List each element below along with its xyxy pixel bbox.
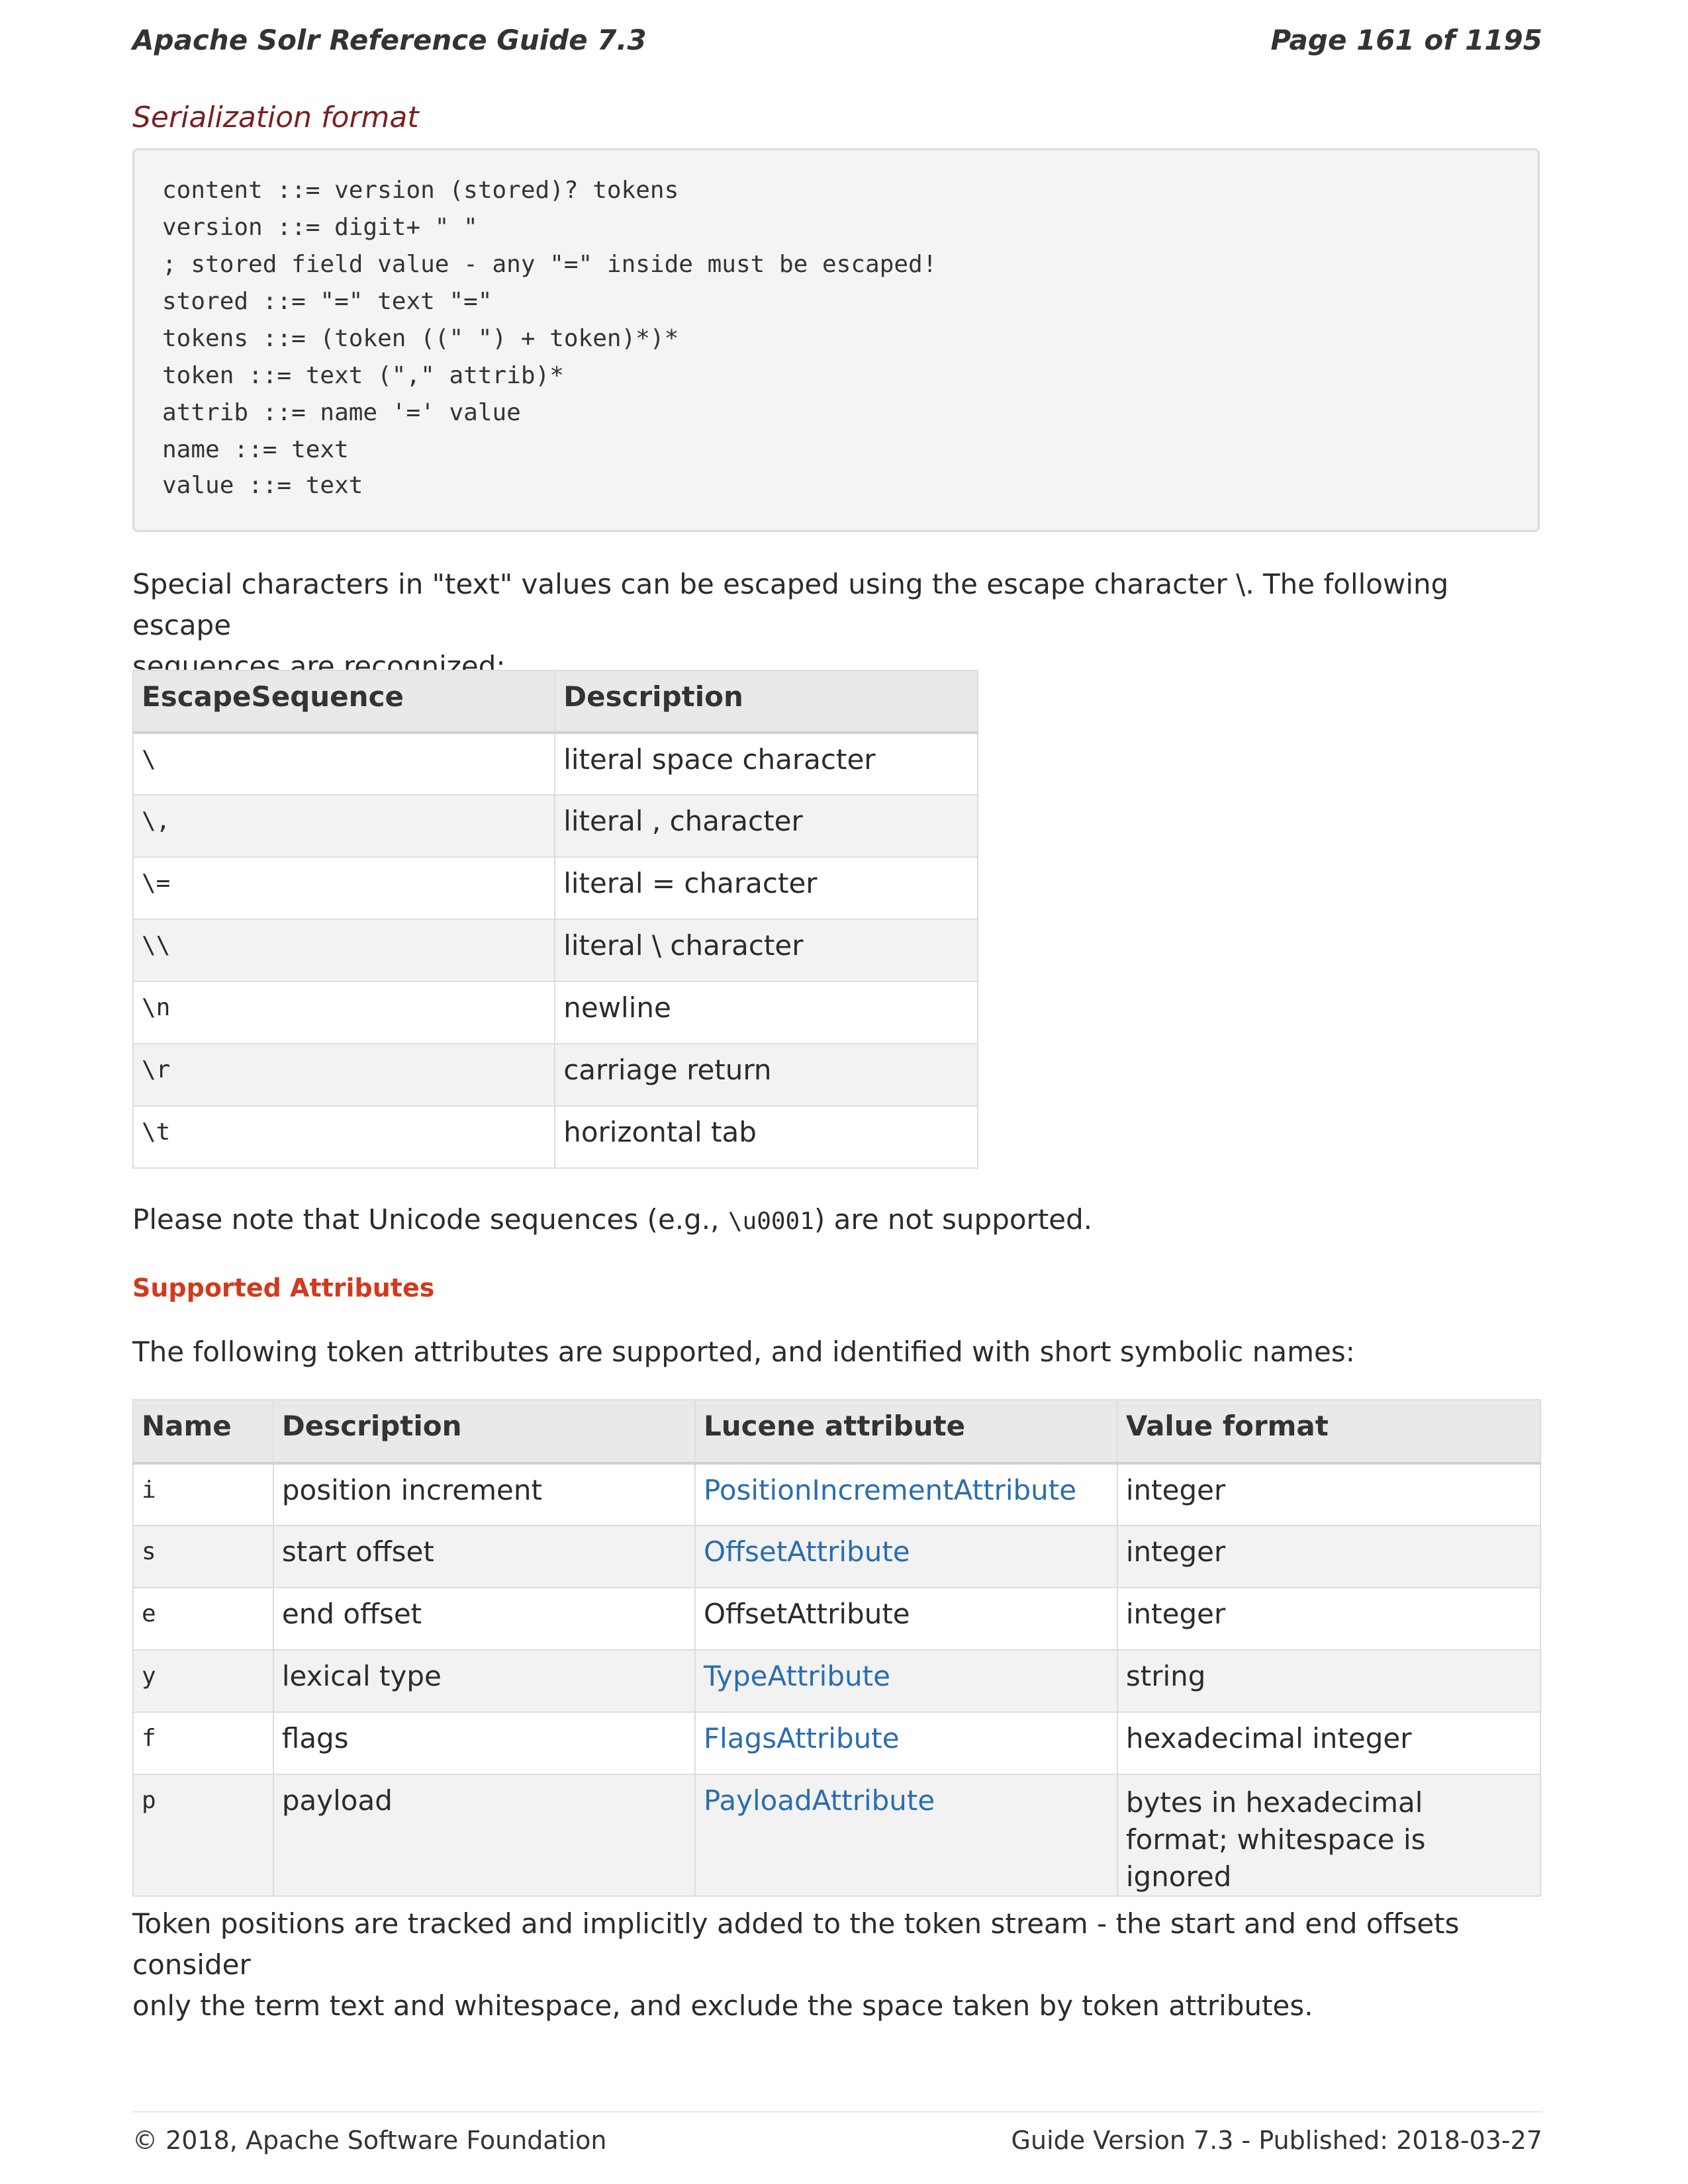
closing-line-2: only the term text and whitespace, and e… — [132, 1989, 1313, 2022]
escape-sequence-cell: \= — [132, 856, 556, 920]
document-page: Apache Solr Reference Guide 7.3 Page 161… — [132, 0, 1542, 2184]
escape-sequence-cell: \t — [132, 1105, 556, 1169]
code-listing: content ::= version (stored)? tokens ver… — [132, 148, 1540, 532]
escape-sequence-cell: \r — [132, 1043, 556, 1107]
description-cell: payload — [272, 1774, 696, 1897]
serialization-format-heading: Serialization format — [132, 101, 419, 134]
footer-version: Guide Version 7.3 - Published: 2018-03-2… — [1011, 2126, 1542, 2155]
description-cell: literal , character — [554, 794, 978, 858]
lucene-attribute-link[interactable]: PositionIncrementAttribute — [704, 1474, 1076, 1506]
lucene-attribute-link[interactable]: OffsetAttribute — [704, 1535, 910, 1568]
code-line: ; stored field value - any "=" inside mu… — [162, 251, 937, 278]
description-cell: literal \ character — [554, 919, 978, 982]
description-cell: flags — [272, 1711, 696, 1775]
page-number: Page 161 of 1195 — [1270, 24, 1542, 56]
escape-sequence-table: EscapeSequence Description \ literal spa… — [132, 670, 978, 1169]
description-cell: newline — [554, 981, 978, 1044]
code-line: token ::= text ("," attrib)* — [162, 362, 564, 389]
table-row: y lexical type TypeAttribute string — [132, 1649, 1542, 1713]
column-header: Description — [554, 670, 978, 734]
code-line: tokens ::= (token ((" ") + token)*)* — [162, 325, 679, 352]
table-row: \r carriage return — [132, 1043, 978, 1107]
token-attributes-table: Name Description Lucene attribute Value … — [132, 1399, 1542, 1897]
value-format-cell: string — [1116, 1649, 1542, 1713]
table-row: i position increment PositionIncrementAt… — [132, 1463, 1542, 1526]
attribute-name-cell: i — [132, 1463, 274, 1526]
attribute-name-cell: s — [132, 1525, 274, 1588]
value-format-cell: hexadecimal integer — [1116, 1711, 1542, 1775]
code-line: stored ::= "=" text "=" — [162, 288, 492, 315]
lucene-attribute-cell: FlagsAttribute — [694, 1711, 1118, 1775]
attribute-name-cell: f — [132, 1711, 274, 1775]
closing-paragraph: Token positions are tracked and implicit… — [132, 1903, 1542, 2026]
escape-sequence-cell: \, — [132, 794, 556, 858]
unicode-note-text: ) are not supported. — [814, 1203, 1093, 1236]
lucene-attribute-cell: PayloadAttribute — [694, 1774, 1118, 1897]
code-line: content ::= version (stored)? tokens — [162, 177, 679, 204]
table-row: s start offset OffsetAttribute integer — [132, 1525, 1542, 1588]
description-cell: horizontal tab — [554, 1105, 978, 1169]
column-header: EscapeSequence — [132, 670, 556, 734]
unicode-note-paragraph: Please note that Unicode sequences (e.g.… — [132, 1199, 1542, 1242]
unicode-note-code: \u0001 — [727, 1208, 814, 1235]
description-cell: position increment — [272, 1463, 696, 1526]
description-cell: literal = character — [554, 856, 978, 920]
lucene-attribute-link[interactable]: TypeAttribute — [704, 1660, 890, 1692]
supported-attributes-heading: Supported Attributes — [132, 1273, 435, 1302]
attributes-intro-paragraph: The following token attributes are suppo… — [132, 1336, 1355, 1368]
description-cell: literal space character — [554, 732, 978, 796]
column-header: Value format — [1116, 1399, 1542, 1465]
unicode-note-text: Please note that Unicode sequences (e.g.… — [132, 1203, 728, 1236]
escape-intro-line-1: Special characters in "text" values can … — [132, 568, 1449, 641]
column-header: Name — [132, 1399, 274, 1465]
attribute-name-cell: p — [132, 1774, 274, 1897]
table-header-row: Name Description Lucene attribute Value … — [132, 1399, 1542, 1465]
code-line: name ::= text — [162, 436, 349, 463]
table-row: \\ literal \ character — [132, 919, 978, 982]
footer-divider — [132, 2111, 1542, 2113]
table-row: \t horizontal tab — [132, 1105, 978, 1169]
description-cell: start offset — [272, 1525, 696, 1588]
description-cell: lexical type — [272, 1649, 696, 1713]
table-row: \= literal = character — [132, 856, 978, 920]
value-format-cell: integer — [1116, 1587, 1542, 1651]
lucene-attribute-cell: TypeAttribute — [694, 1649, 1118, 1713]
table-row: f flags FlagsAttribute hexadecimal integ… — [132, 1711, 1542, 1775]
table-row: \, literal , character — [132, 794, 978, 858]
attribute-name-cell: y — [132, 1649, 274, 1713]
lucene-attribute-cell: OffsetAttribute — [694, 1587, 1118, 1651]
escape-sequence-cell: \n — [132, 981, 556, 1044]
column-header: Lucene attribute — [694, 1399, 1118, 1465]
lucene-attribute-link[interactable]: FlagsAttribute — [704, 1722, 900, 1754]
description-cell: carriage return — [554, 1043, 978, 1107]
table-row: \ literal space character — [132, 732, 978, 796]
code-line: value ::= text — [162, 472, 363, 499]
lucene-attribute-link[interactable]: PayloadAttribute — [704, 1784, 935, 1817]
escape-sequence-cell: \\ — [132, 919, 556, 982]
lucene-attribute-cell: PositionIncrementAttribute — [694, 1463, 1118, 1526]
code-line: version ::= digit+ " " — [162, 214, 478, 241]
column-header: Description — [272, 1399, 696, 1465]
value-format-cell: integer — [1116, 1463, 1542, 1526]
value-format-cell: integer — [1116, 1525, 1542, 1588]
closing-line-1: Token positions are tracked and implicit… — [132, 1907, 1460, 1981]
table-row: p payload PayloadAttribute bytes in hexa… — [132, 1774, 1542, 1897]
value-format-cell: bytes in hexadecimal format; whitespace … — [1116, 1774, 1542, 1897]
guide-title: Apache Solr Reference Guide 7.3 — [132, 24, 647, 56]
escape-intro-paragraph: Special characters in "text" values can … — [132, 564, 1542, 687]
table-row: e end offset OffsetAttribute integer — [132, 1587, 1542, 1651]
table-header-row: EscapeSequence Description — [132, 670, 978, 734]
footer-copyright: © 2018, Apache Software Foundation — [132, 2126, 607, 2155]
table-row: \n newline — [132, 981, 978, 1044]
lucene-attribute-cell: OffsetAttribute — [694, 1525, 1118, 1588]
attribute-name-cell: e — [132, 1587, 274, 1651]
page-header: Apache Solr Reference Guide 7.3 Page 161… — [132, 24, 1542, 64]
escape-sequence-cell: \ — [132, 732, 556, 796]
description-cell: end offset — [272, 1587, 696, 1651]
code-line: attrib ::= name '=' value — [162, 399, 521, 426]
